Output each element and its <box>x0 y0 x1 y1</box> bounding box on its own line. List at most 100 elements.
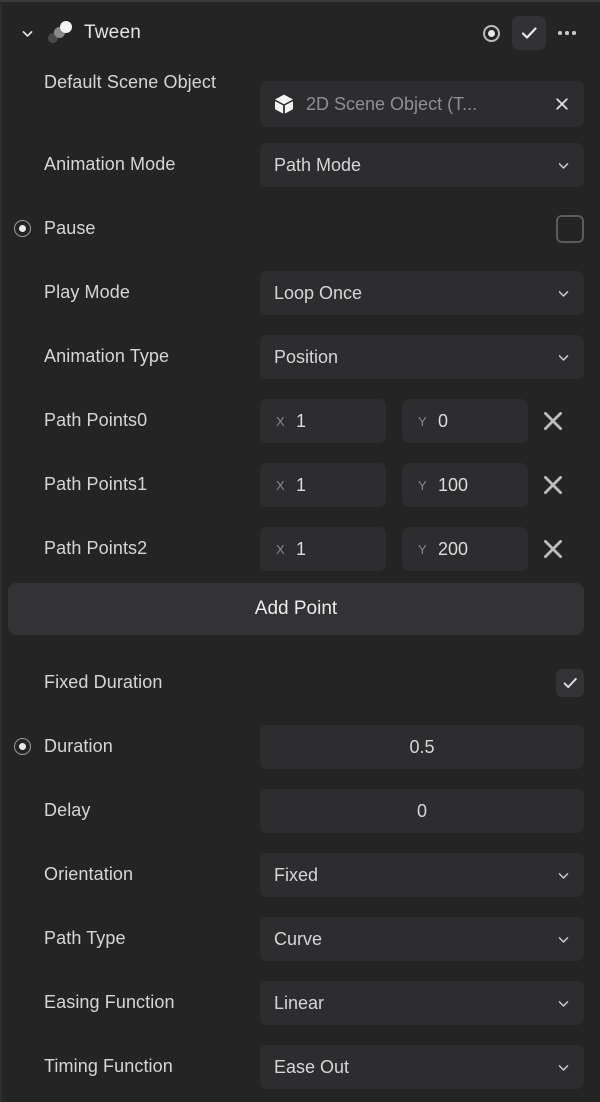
chevron-down-icon <box>558 872 569 879</box>
table-row: Path Points0 X 1 Y 0 <box>0 399 600 443</box>
y-axis-label: Y <box>418 413 427 429</box>
remove-point-button[interactable] <box>540 408 566 434</box>
path-point-label: Path Points2 <box>44 538 148 558</box>
record-icon <box>482 24 500 42</box>
cube-icon <box>275 94 293 114</box>
path-point-label: Path Points0 <box>44 410 148 430</box>
play-mode-label: Play Mode <box>44 282 130 302</box>
row-default-scene-object: Default Scene Object 2D Scene Object (T.… <box>0 70 600 138</box>
row-path-type: Path Type Curve <box>0 917 600 961</box>
enable-toggle-button[interactable] <box>512 16 546 50</box>
remove-point-button[interactable] <box>540 472 566 498</box>
row-animation-type: Animation Type Position <box>0 335 600 379</box>
row-duration: Duration 0.5 <box>0 725 600 769</box>
play-mode-value: Loop Once <box>274 282 363 303</box>
timing-function-label: Timing Function <box>44 1056 173 1076</box>
row-easing-function: Easing Function Linear <box>0 981 600 1025</box>
check-icon <box>521 27 537 39</box>
default-scene-object-label: Default Scene Object <box>44 72 217 92</box>
path-point-x-input[interactable]: X 1 <box>260 463 386 507</box>
default-scene-object-field[interactable]: 2D Scene Object (T... <box>260 81 584 127</box>
timing-function-select[interactable]: Ease Out <box>260 1045 584 1089</box>
duration-value: 0.5 <box>409 736 435 757</box>
close-icon[interactable] <box>554 96 570 112</box>
path-type-value: Curve <box>274 928 323 949</box>
keyframe-icon[interactable] <box>14 220 31 237</box>
row-delay: Delay 0 <box>0 789 600 833</box>
easing-function-label: Easing Function <box>44 992 175 1012</box>
easing-function-value: Linear <box>274 992 325 1013</box>
panel-header: Tween <box>0 4 600 62</box>
pause-label: Pause <box>44 218 96 238</box>
play-mode-select[interactable]: Loop Once <box>260 271 584 315</box>
animation-mode-label: Animation Mode <box>44 154 176 174</box>
path-point-y-input[interactable]: Y 100 <box>402 463 528 507</box>
tween-motion-icon <box>44 20 74 46</box>
row-fixed-duration: Fixed Duration <box>0 661 600 705</box>
table-row: Path Points2 X 1 Y 200 <box>0 527 600 571</box>
y-axis-label: Y <box>418 477 427 493</box>
animation-type-label: Animation Type <box>44 346 170 366</box>
path-point-y-input[interactable]: Y 0 <box>402 399 528 443</box>
default-scene-object-value: 2D Scene Object (T... <box>306 93 478 114</box>
animation-type-value: Position <box>274 346 339 367</box>
path-point-y-input[interactable]: Y 200 <box>402 527 528 571</box>
x-axis-label: X <box>276 477 285 493</box>
delay-input[interactable]: 0 <box>260 789 584 833</box>
row-play-mode: Play Mode Loop Once <box>0 271 600 315</box>
collapse-toggle[interactable] <box>10 27 44 40</box>
path-point-x-value: 1 <box>296 474 307 495</box>
y-axis-label: Y <box>418 541 427 557</box>
chevron-down-icon <box>558 936 569 943</box>
row-timing-function: Timing Function Ease Out <box>0 1045 600 1089</box>
add-point-button[interactable]: Add Point <box>8 583 584 635</box>
fixed-duration-label: Fixed Duration <box>44 672 163 692</box>
easing-function-select[interactable]: Linear <box>260 981 584 1025</box>
path-point-y-value: 200 <box>438 538 469 559</box>
path-point-x-input[interactable]: X 1 <box>260 399 386 443</box>
path-point-x-value: 1 <box>296 538 307 559</box>
animation-mode-value: Path Mode <box>274 154 362 175</box>
keyframe-icon[interactable] <box>14 738 31 755</box>
delay-label: Delay <box>44 800 91 820</box>
x-axis-label: X <box>276 541 285 557</box>
record-keyframe-button[interactable] <box>474 16 508 50</box>
fixed-duration-checkbox[interactable] <box>556 669 584 697</box>
pause-checkbox[interactable] <box>556 215 584 243</box>
add-point-label: Add Point <box>254 598 338 619</box>
chevron-down-icon <box>558 1064 569 1071</box>
chevron-down-icon <box>558 1000 569 1007</box>
orientation-label: Orientation <box>44 864 134 884</box>
path-point-y-value: 100 <box>438 474 469 495</box>
header-actions <box>474 16 584 50</box>
animation-type-select[interactable]: Position <box>260 335 584 379</box>
remove-point-button[interactable] <box>540 536 566 562</box>
animation-mode-select[interactable]: Path Mode <box>260 143 584 187</box>
path-point-x-input[interactable]: X 1 <box>260 527 386 571</box>
timing-function-value: Ease Out <box>274 1056 350 1077</box>
row-animation-mode: Animation Mode Path Mode <box>0 143 600 187</box>
page-title: Tween <box>84 22 141 43</box>
path-point-label: Path Points1 <box>44 474 148 494</box>
table-row: Path Points1 X 1 Y 100 <box>0 463 600 507</box>
chevron-down-icon <box>558 162 569 169</box>
path-point-y-value: 0 <box>438 410 449 431</box>
orientation-value: Fixed <box>274 864 319 885</box>
delay-value: 0 <box>416 800 427 821</box>
path-type-label: Path Type <box>44 928 126 948</box>
row-pause: Pause <box>0 207 600 251</box>
row-orientation: Orientation Fixed <box>0 853 600 897</box>
tween-inspector-panel: Tween Default Scene Object 2D Scene Obje… <box>0 0 600 1102</box>
x-axis-label: X <box>276 413 285 429</box>
check-icon <box>563 677 577 689</box>
chevron-down-icon <box>22 30 32 37</box>
duration-input[interactable]: 0.5 <box>260 725 584 769</box>
ellipsis-icon <box>558 31 576 35</box>
chevron-down-icon <box>558 290 569 297</box>
chevron-down-icon <box>558 354 569 361</box>
more-options-button[interactable] <box>550 16 584 50</box>
orientation-select[interactable]: Fixed <box>260 853 584 897</box>
path-type-select[interactable]: Curve <box>260 917 584 961</box>
duration-label: Duration <box>44 736 113 756</box>
path-point-x-value: 1 <box>296 410 307 431</box>
